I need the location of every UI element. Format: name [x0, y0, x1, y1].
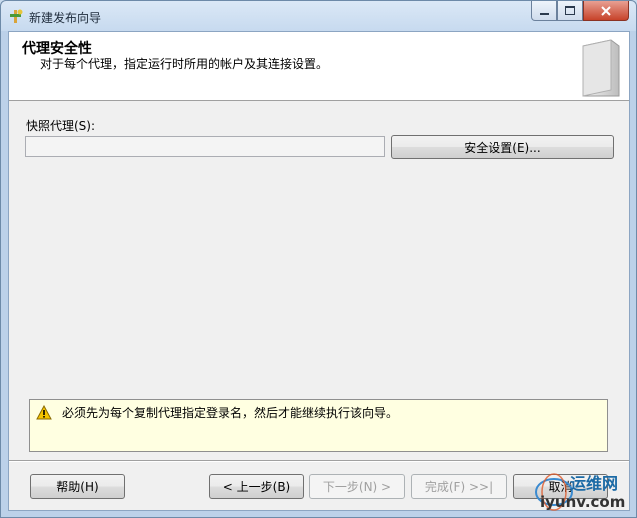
snapshot-agent-label: 快照代理(S): — [26, 119, 96, 133]
back-button[interactable]: < 上一步(B) — [209, 474, 304, 499]
watermark-url: iyunv.com — [540, 493, 626, 511]
warning-text: 必须先为每个复制代理指定登录名，然后才能继续执行该向导。 — [62, 406, 399, 420]
window-title: 新建发布向导 — [29, 11, 102, 25]
server-graphic-icon — [582, 39, 620, 97]
security-settings-button[interactable]: 安全设置(E)... — [391, 135, 614, 159]
site-watermark: 运维网 iyunv.com — [530, 466, 635, 516]
maximize-icon — [565, 6, 575, 15]
snapshot-agent-field[interactable] — [25, 136, 385, 157]
warning-icon — [36, 405, 52, 420]
footer-divider — [9, 460, 629, 462]
wizard-header: 代理安全性 对于每个代理，指定运行时所用的帐户及其连接设置。 — [9, 32, 629, 101]
minimize-button[interactable] — [531, 1, 557, 21]
wizard-window: 新建发布向导 代理安全性 对于每个代理，指定运行时所用的帐户及其连接设置。 快照… — [0, 0, 637, 518]
watermark-brand: 运维网 — [570, 474, 619, 493]
close-button[interactable] — [583, 1, 629, 21]
help-button[interactable]: 帮助(H) — [30, 474, 125, 499]
minimize-icon — [539, 12, 549, 15]
wizard-app-icon — [10, 9, 23, 23]
page-subtitle: 对于每个代理，指定运行时所用的帐户及其连接设置。 — [40, 57, 329, 71]
wizard-client-area: 代理安全性 对于每个代理，指定运行时所用的帐户及其连接设置。 快照代理(S): … — [8, 31, 630, 511]
next-button[interactable]: 下一步(N) > — [309, 474, 405, 499]
title-bar[interactable]: 新建发布向导 — [1, 1, 636, 31]
maximize-button[interactable] — [557, 1, 583, 21]
warning-panel: 必须先为每个复制代理指定登录名，然后才能继续执行该向导。 — [29, 399, 608, 452]
close-icon — [601, 5, 611, 16]
finish-button[interactable]: 完成(F) >>| — [411, 474, 507, 499]
